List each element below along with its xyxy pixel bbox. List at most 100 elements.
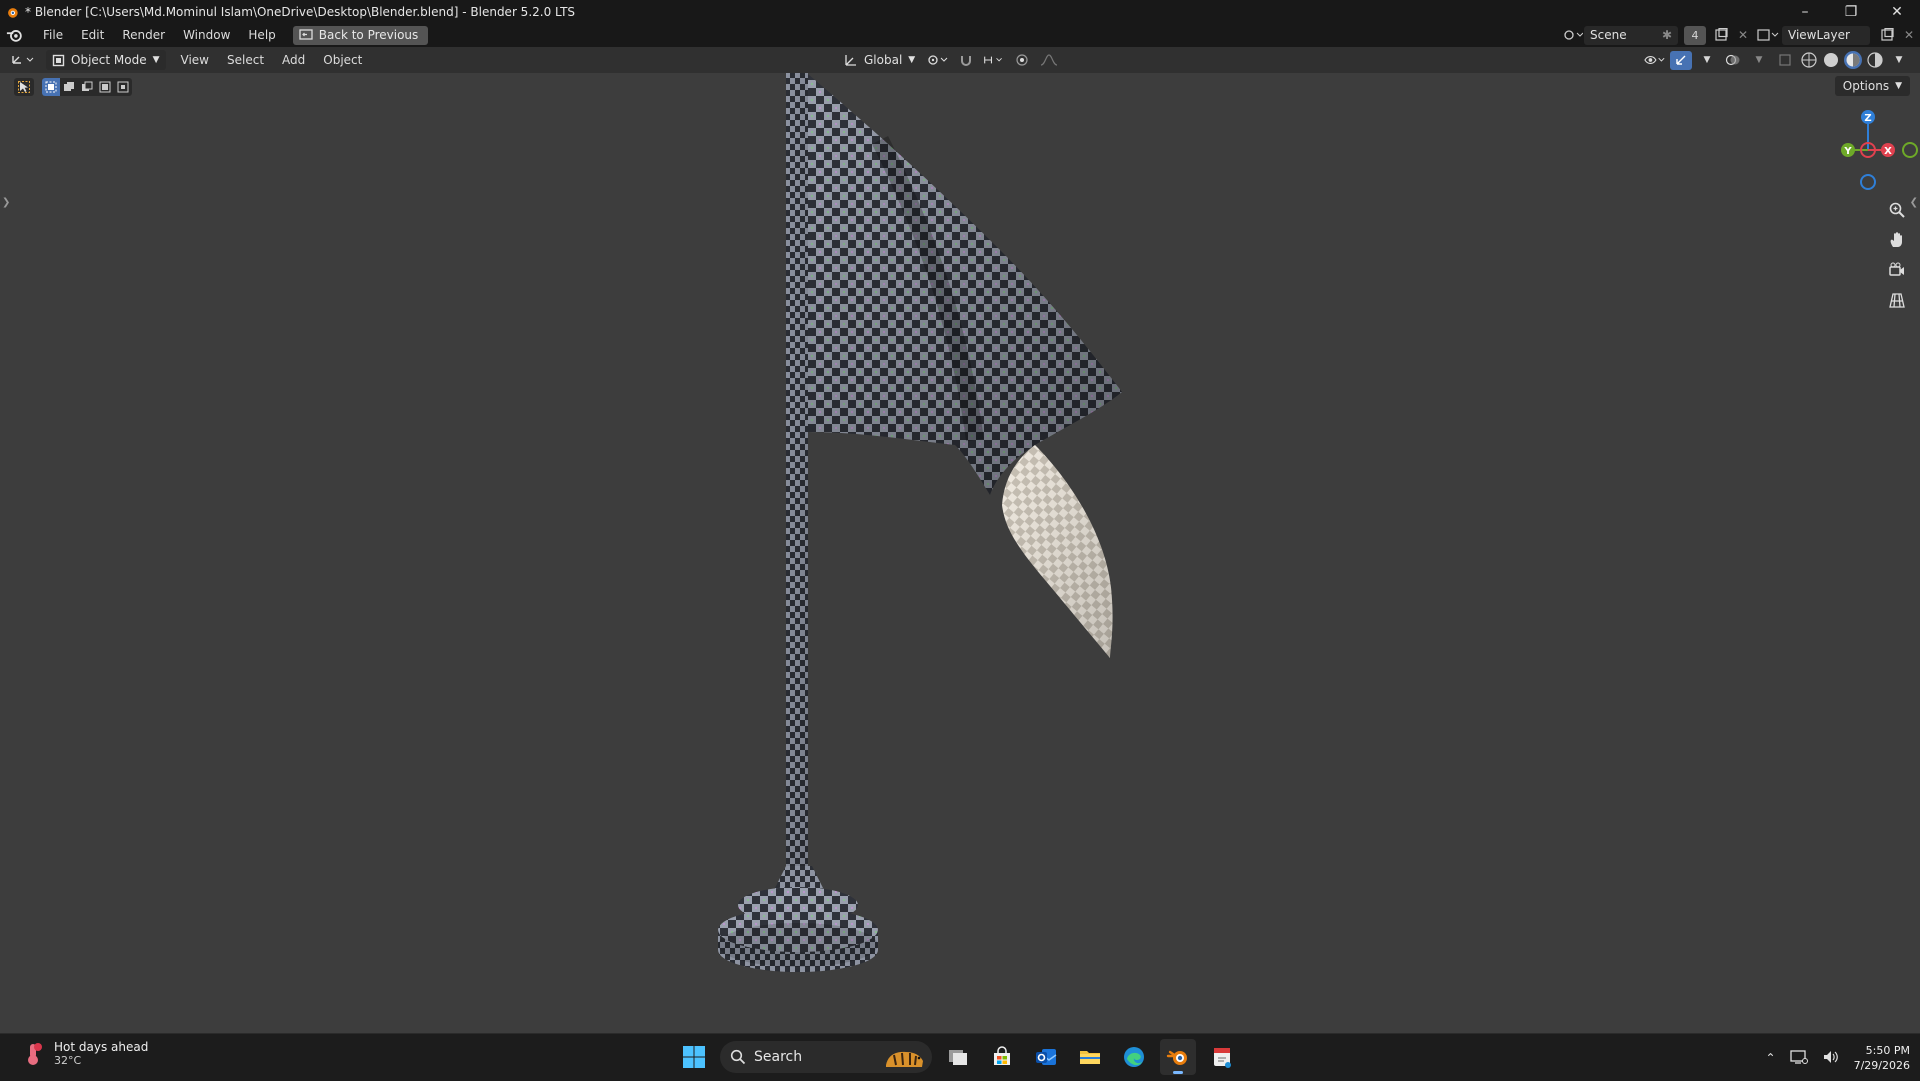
microsoft-store-icon[interactable] [984,1039,1020,1075]
transform-orientation-dropdown[interactable]: Global ▼ [838,50,921,70]
viewport-menu-view[interactable]: View [172,53,218,67]
gizmo-toggle-icon[interactable] [1670,50,1692,70]
snipping-tool-icon[interactable] [1204,1039,1240,1075]
clock-date: 7/29/2026 [1853,1059,1910,1072]
edge-browser-icon[interactable] [1116,1039,1152,1075]
flag-pole [786,73,808,872]
ortho-grid-icon[interactable] [1884,288,1910,312]
gizmo-x-label: X [1884,146,1892,157]
pin-icon[interactable]: ✱ [1662,28,1672,42]
viewlayer-selector-icon[interactable] [1754,26,1782,45]
select-subtract-icon[interactable] [78,78,96,96]
taskbar-center: Search [676,1039,1240,1075]
xray-toggle-icon[interactable] [1774,51,1796,70]
blender-menu-icon[interactable] [6,27,24,43]
back-to-previous-label: Back to Previous [318,28,419,42]
scene-selector-icon[interactable] [1562,26,1584,45]
rendered-shading-icon[interactable] [1866,51,1884,69]
thermometer-icon [28,1042,42,1065]
blender-app-icon [8,7,18,18]
minimize-button[interactable]: – [1782,0,1828,23]
window-title: * Blender [C:\Users\Md.Mominul Islam\One… [25,4,576,19]
scene-name-field[interactable]: Scene ✱ [1584,25,1678,45]
select-intersect-icon[interactable] [114,78,132,96]
clock-time: 5:50 PM [1865,1044,1910,1057]
viewlayer-name-field[interactable]: ViewLayer [1782,25,1870,45]
viewport-header: Object Mode ▼ View Select Add Object Glo… [0,47,1920,73]
flag-base [718,866,878,972]
select-invert-icon[interactable] [96,78,114,96]
close-button[interactable]: ✕ [1874,0,1920,23]
overlays-dropdown-icon[interactable]: ▼ [1748,51,1770,70]
select-extend-icon[interactable] [60,78,78,96]
delete-viewlayer-icon[interactable]: ✕ [1898,26,1920,45]
new-viewlayer-icon[interactable] [1876,26,1898,45]
gizmo-y-label: Y [1843,146,1852,157]
gizmo-neg-y-axis[interactable] [1902,142,1918,158]
task-view-icon[interactable] [940,1039,976,1075]
restore-button[interactable]: ❐ [1828,0,1874,23]
snap-target-icon[interactable] [983,51,1005,70]
viewport-menu-select[interactable]: Select [218,53,273,67]
scene-viewlayer-area: Scene ✱ 4 ✕ ViewLayer ✕ [1562,23,1920,47]
toolbar-expand-arrow[interactable]: ❯ [2,197,10,208]
pivot-point-icon[interactable] [927,51,949,70]
camera-view-icon[interactable] [1884,258,1910,282]
windows-taskbar: Hot days ahead 32°C Search ⌃ 5:50 PM 7/2… [0,1033,1920,1081]
wireframe-shading-icon[interactable] [1800,51,1818,69]
overlays-toggle-icon[interactable] [1722,51,1744,70]
top-menu-bar: File Edit Render Window Help Back to Pre… [0,23,1920,47]
menu-render[interactable]: Render [113,28,174,42]
gizmo-neg-z-axis[interactable] [1860,174,1876,190]
select-tool-icon[interactable] [14,78,34,96]
viewlayer-name: ViewLayer [1788,28,1850,42]
editor-type-selector[interactable] [8,50,38,70]
shading-dropdown-icon[interactable]: ▼ [1888,51,1910,70]
delete-scene-icon[interactable]: ✕ [1732,26,1754,45]
outlook-icon[interactable] [1028,1039,1064,1075]
proportional-editing-icon[interactable] [1011,51,1033,70]
system-tray: ⌃ 5:50 PM 7/29/2026 [1766,1040,1910,1076]
weather-widget[interactable]: Hot days ahead 32°C [20,1040,148,1067]
taskbar-search-box[interactable]: Search [720,1041,932,1073]
back-to-previous-button[interactable]: Back to Previous [292,25,429,45]
windows-start-icon[interactable] [676,1039,712,1075]
menu-file[interactable]: File [34,28,72,42]
pan-hand-icon[interactable] [1884,228,1910,252]
chevron-down-icon: ▼ [152,55,160,65]
system-clock[interactable]: 5:50 PM 7/29/2026 [1854,1043,1910,1073]
show-hidden-icons-chevron-icon[interactable]: ⌃ [1766,1051,1776,1065]
3d-viewport[interactable]: ❯ ❮ [0,73,1920,1033]
shading-controls: ▼ ▼ ▼ [1644,50,1910,70]
search-highlight-tiger-icon [886,1051,923,1067]
zoom-icon[interactable] [1884,198,1910,222]
title-bar: * Blender [C:\Users\Md.Mominul Islam\One… [0,0,1920,23]
object-mode-dropdown[interactable]: Object Mode ▼ [46,50,166,70]
visibility-selectability-icon[interactable] [1644,51,1666,70]
weather-title: Hot days ahead [54,1040,149,1054]
volume-icon[interactable] [1822,1049,1840,1068]
navigation-gizmo[interactable]: Z Y X [1840,107,1920,192]
viewport-menu-object[interactable]: Object [314,53,371,67]
scene-users-count: 4 [1684,25,1706,45]
menu-window[interactable]: Window [174,28,239,42]
transform-orientation-label: Global [864,53,903,67]
sidebar-expand-arrow[interactable]: ❮ [1910,197,1918,208]
falloff-curve-icon[interactable] [1039,51,1061,70]
menu-edit[interactable]: Edit [72,28,113,42]
blender-taskbar-icon[interactable] [1160,1039,1196,1075]
screen-back-icon [299,29,313,40]
network-icon[interactable] [1789,1049,1808,1068]
material-preview-shading-icon[interactable] [1844,51,1862,69]
selection-mode-group [42,78,132,96]
viewport-menu-add[interactable]: Add [273,53,314,67]
snap-toggle-icon[interactable] [955,51,977,70]
menu-help[interactable]: Help [239,28,284,42]
solid-shading-icon[interactable] [1822,51,1840,69]
new-scene-icon[interactable] [1710,26,1732,45]
select-new-icon[interactable] [42,78,60,96]
file-explorer-icon[interactable] [1072,1039,1108,1075]
gizmo-dropdown-icon[interactable]: ▼ [1696,51,1718,70]
options-dropdown[interactable]: Options ▼ [1834,76,1910,96]
options-label: Options [1842,79,1890,93]
